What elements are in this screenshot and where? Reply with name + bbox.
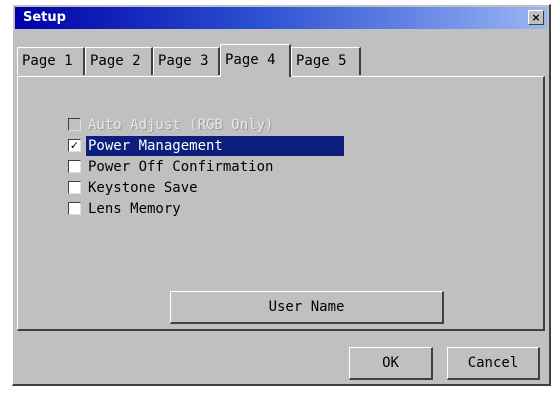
title-bar[interactable]: Setup × xyxy=(15,7,547,29)
power-management-checkbox[interactable]: ✓ xyxy=(68,139,81,152)
setup-window: Setup × Page 1 Page 2 Page 3 Page 4 Page… xyxy=(12,4,551,386)
ok-button[interactable]: OK xyxy=(349,347,433,380)
window-title: Setup xyxy=(23,10,66,25)
auto-adjust-checkbox xyxy=(68,118,81,131)
lens-memory-label[interactable]: Lens Memory xyxy=(86,199,183,219)
cancel-button[interactable]: Cancel xyxy=(447,347,540,380)
tab-page-1[interactable]: Page 1 xyxy=(17,47,85,75)
tab-panel-page-4: Auto Adjust (RGB Only) ✓ Power Managemen… xyxy=(17,76,545,331)
keystone-save-checkbox[interactable] xyxy=(68,181,81,194)
tab-page-3[interactable]: Page 3 xyxy=(153,47,220,75)
tab-page-5[interactable]: Page 5 xyxy=(291,47,361,75)
lens-memory-checkbox[interactable] xyxy=(68,202,81,215)
tab-page-2[interactable]: Page 2 xyxy=(85,47,153,75)
keystone-save-label[interactable]: Keystone Save xyxy=(86,178,200,198)
user-name-button[interactable]: User Name xyxy=(170,291,444,324)
power-management-label[interactable]: Power Management xyxy=(86,136,344,156)
auto-adjust-label: Auto Adjust (RGB Only) xyxy=(88,117,274,133)
tab-page-4[interactable]: Page 4 xyxy=(220,44,291,77)
power-off-confirmation-checkbox[interactable] xyxy=(68,160,81,173)
power-off-confirmation-label[interactable]: Power Off Confirmation xyxy=(86,157,275,177)
close-icon[interactable]: × xyxy=(528,10,544,25)
